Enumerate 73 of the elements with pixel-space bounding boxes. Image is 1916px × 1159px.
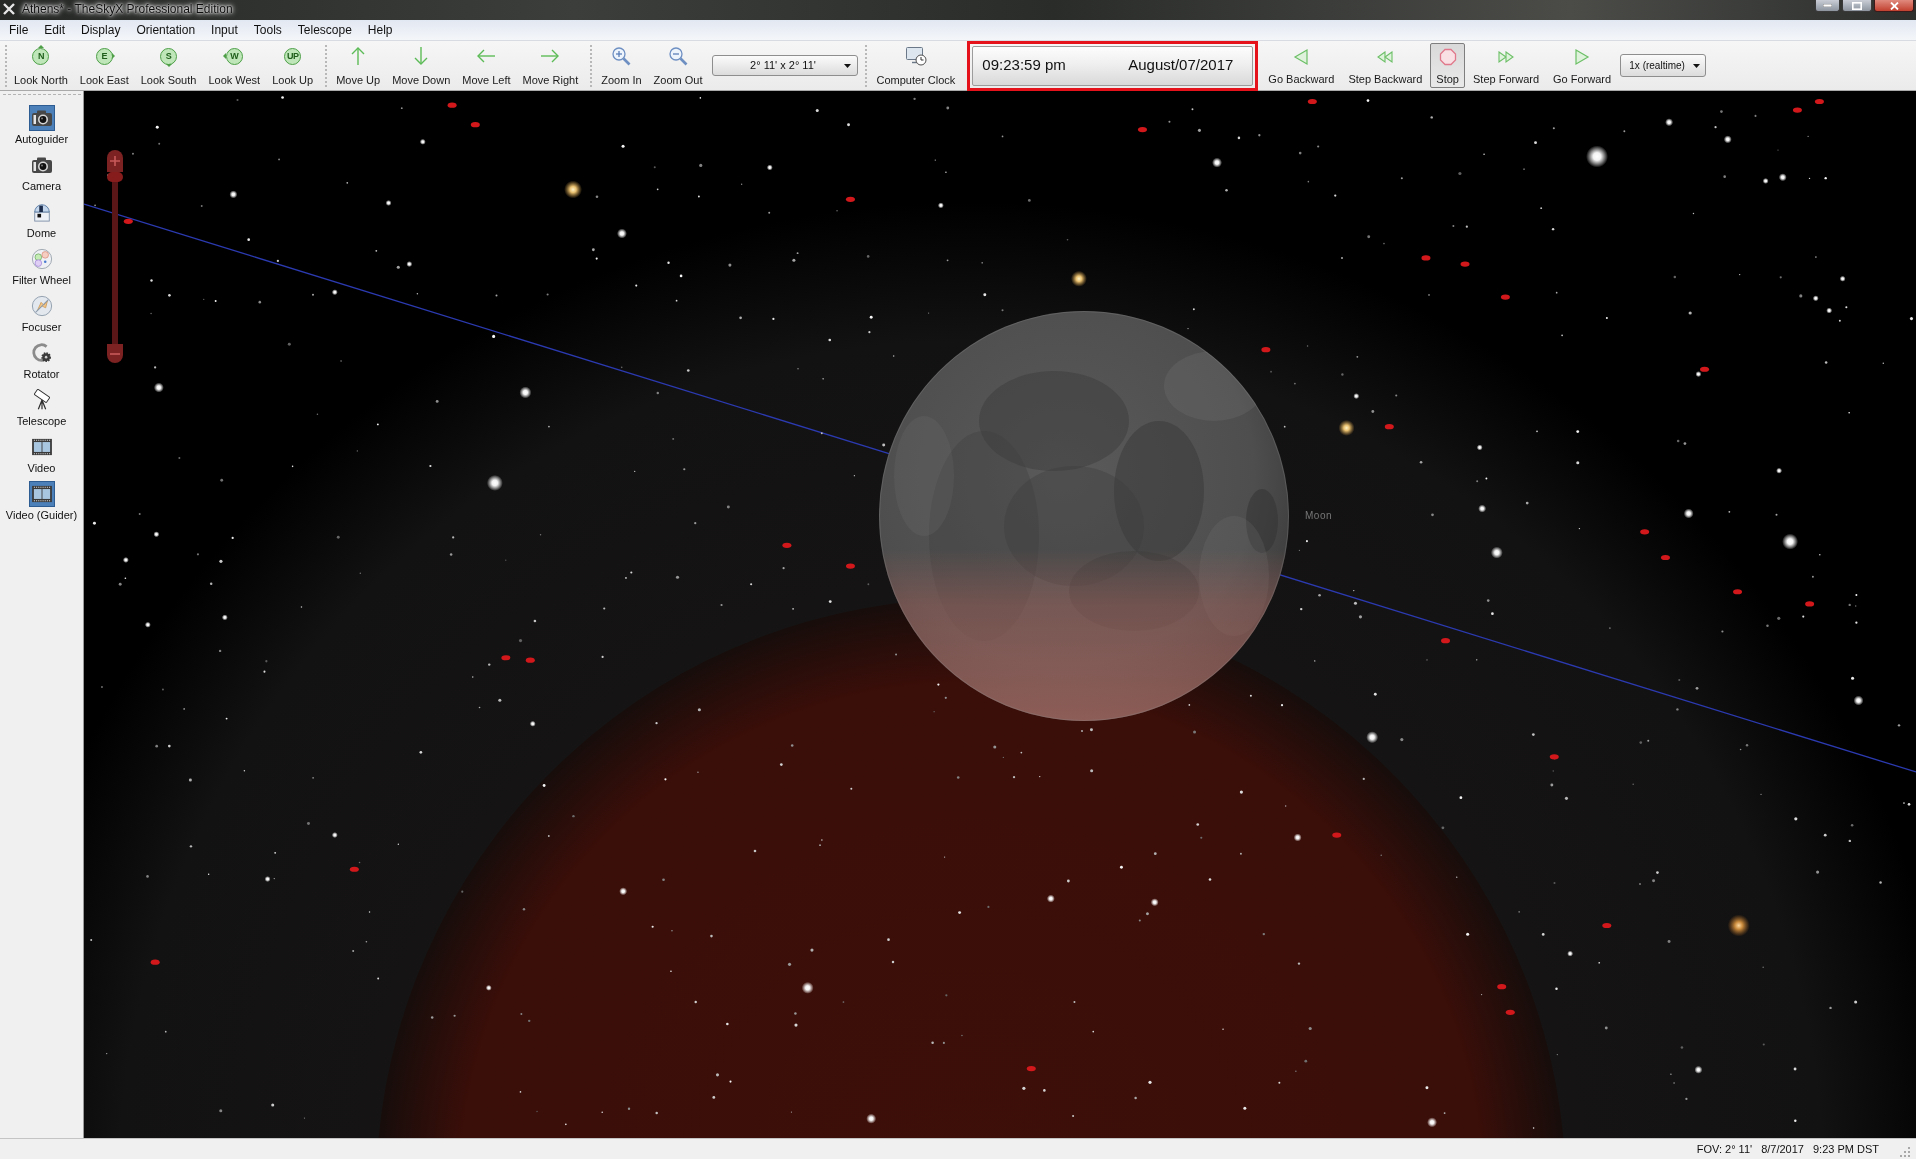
direction-badge: E <box>95 47 113 65</box>
look-button[interactable]: E Look East <box>73 43 135 88</box>
minimize-button[interactable] <box>1815 0 1840 12</box>
moon-label: Moon <box>1305 510 1332 522</box>
look-button[interactable]: S Look South <box>134 43 203 88</box>
zoom-plus-button[interactable] <box>107 150 123 172</box>
datetime-field[interactable]: 09:23:59 pm August/07/2017 <box>972 45 1254 86</box>
playback-button[interactable]: Go Backward <box>1261 43 1342 88</box>
sidebar-item[interactable]: Autoguider <box>0 105 83 152</box>
maximize-button[interactable] <box>1842 0 1872 12</box>
triangle-icon <box>165 64 172 67</box>
look-button[interactable]: UP Look Up <box>266 43 320 88</box>
menu-item[interactable]: Input <box>203 20 246 40</box>
direction-badge: N <box>32 47 50 65</box>
app-logo-icon <box>3 3 15 15</box>
caret-icon <box>1693 63 1701 68</box>
zoom-out-icon <box>668 46 689 66</box>
sidebar-item[interactable]: Rotator <box>0 340 83 387</box>
resize-grip-icon <box>1900 1147 1910 1157</box>
date-value: August/07/2017 <box>1128 55 1234 76</box>
sidebar-item[interactable]: Dome <box>0 199 83 246</box>
minus-icon <box>110 352 120 355</box>
direction-badge: S <box>160 47 178 65</box>
close-button[interactable] <box>1874 0 1914 12</box>
menu-item[interactable]: Display <box>73 20 129 40</box>
close-icon <box>1889 1 1899 10</box>
move-button[interactable]: Move Right <box>516 43 585 88</box>
menu-item[interactable]: File <box>1 20 37 40</box>
playback-button[interactable]: Go Forward <box>1546 43 1619 88</box>
zoom-minus-button[interactable] <box>107 344 123 363</box>
stop-icon <box>1437 47 1458 67</box>
time-value: 09:23:59 pm <box>982 55 1066 76</box>
sidebar-item[interactable]: Camera <box>0 152 83 199</box>
status-text: FOV: 2° 11' <box>1696 1142 1753 1156</box>
look-button[interactable]: W Look West <box>202 43 267 88</box>
plus-icon <box>110 156 120 166</box>
menu-item[interactable]: Tools <box>245 20 290 40</box>
playback-button[interactable]: Step Forward <box>1466 43 1547 88</box>
menu-item[interactable]: Edit <box>36 20 74 40</box>
fov-dropdown[interactable]: 2° 11' x 2° 11' <box>712 55 859 76</box>
playback-button[interactable]: Stop <box>1430 43 1465 88</box>
move-button[interactable]: Move Up <box>330 43 387 88</box>
monitor-clock-icon <box>904 46 927 66</box>
caret-icon <box>844 63 852 68</box>
zoom-button[interactable]: Zoom In <box>595 43 648 88</box>
playback-button[interactable]: Step Backward <box>1341 43 1430 88</box>
look-button[interactable]: N Look North <box>8 43 74 88</box>
menu-item[interactable]: Help <box>359 20 401 40</box>
zoom-slider-thumb[interactable] <box>107 172 123 182</box>
computer-clock-button[interactable]: Computer Clock <box>870 43 962 88</box>
sidebar-item[interactable]: Filter Wheel <box>0 246 83 293</box>
triangle-icon <box>37 45 44 48</box>
status-text: 8/7/2017 <box>1761 1142 1804 1156</box>
triangle-icon <box>223 53 227 59</box>
maximize-icon <box>1852 1 1862 10</box>
sidebar-item[interactable]: Video (Guider) <box>0 481 83 528</box>
sidebar-item[interactable]: Focuser <box>0 293 83 340</box>
rate-dropdown[interactable]: 1x (realtime) <box>1620 54 1707 77</box>
status-text: 9:23 PM DST <box>1812 1142 1879 1156</box>
menu-item[interactable]: Telescope <box>289 20 360 40</box>
move-button[interactable]: Move Down <box>386 43 457 88</box>
direction-badge: W <box>225 47 243 65</box>
minimize-icon <box>1823 4 1832 7</box>
triangle-icon <box>112 53 116 59</box>
direction-badge: UP <box>284 47 302 65</box>
zoom-in-icon <box>611 46 632 66</box>
zoom-button[interactable]: Zoom Out <box>647 43 709 88</box>
menu-item[interactable]: Orientation <box>128 20 204 40</box>
sidebar-item[interactable]: Video <box>0 434 83 481</box>
window-title: Athens* - TheSkyX Professional Edition <box>22 1 233 17</box>
sky-canvas[interactable]: Moon <box>84 91 1916 1138</box>
move-button[interactable]: Move Left <box>456 43 517 88</box>
sidebar-item[interactable]: Telescope <box>0 387 83 434</box>
